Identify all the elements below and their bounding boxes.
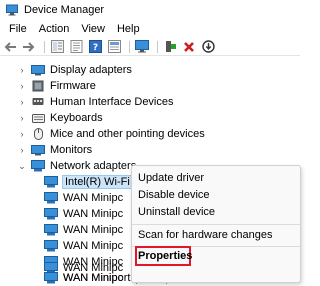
menu-bar: File Action View Help <box>0 20 300 38</box>
tree-item-label: Monitors <box>50 144 93 156</box>
tree-item-monitors[interactable]: › Monitors <box>17 142 93 158</box>
uninstall-x-icon[interactable] <box>181 39 197 55</box>
tree-item-network-adapters[interactable]: ⌄ Network adapters <box>17 158 136 174</box>
chevron-right-icon[interactable]: › <box>17 65 27 75</box>
tree-item-wan-miniport[interactable]: WAN Minipc <box>40 222 123 238</box>
toolbar: ? <box>0 38 300 56</box>
tree-item-label: Firmware <box>50 80 96 92</box>
tree-item-label: Display adapters <box>50 64 132 76</box>
view-icon[interactable] <box>106 39 122 55</box>
toolbar-separator <box>157 40 158 53</box>
tree-item-label: Keyboards <box>50 112 103 124</box>
mouse-icon <box>31 128 45 140</box>
context-menu-properties[interactable]: Properties <box>138 250 192 262</box>
tree-item-human-interface-devices[interactable]: › Human Interface Devices <box>17 94 174 110</box>
menu-file[interactable]: File <box>3 23 33 35</box>
tree-item-wan-miniport[interactable]: WAN Minipc <box>40 206 123 222</box>
context-menu-scan-hardware[interactable]: Scan for hardware changes <box>138 229 273 241</box>
firmware-icon <box>31 80 45 92</box>
tree-item-label: WAN Minipc <box>63 240 124 252</box>
menu-view[interactable]: View <box>75 23 111 35</box>
network-adapter-icon <box>44 272 58 284</box>
chevron-right-icon[interactable]: › <box>17 129 27 139</box>
back-arrow-icon[interactable] <box>2 39 18 55</box>
tree-item-label: WAN Minipc <box>63 192 124 204</box>
tree-item-label: Human Interface Devices <box>50 96 174 108</box>
tree-item-label: Mice and other pointing devices <box>50 128 205 140</box>
update-driver-icon[interactable] <box>162 39 178 55</box>
chevron-right-icon[interactable]: › <box>17 113 27 123</box>
display-adapter-icon <box>31 64 45 76</box>
tree-item-label: Network adapters <box>50 160 137 172</box>
tree-item-wan-miniport[interactable]: WAN Minipc <box>40 238 123 254</box>
tree-item-mice[interactable]: › Mice and other pointing devices <box>17 126 205 142</box>
keyboard-icon <box>31 112 45 124</box>
forward-arrow-icon[interactable] <box>21 39 37 55</box>
toolbar-separator <box>44 40 45 53</box>
network-adapter-icon <box>44 176 58 188</box>
context-menu: Update driver Disable device Uninstall d… <box>131 165 301 283</box>
toolbar-separator <box>129 40 130 53</box>
network-adapter-icon <box>44 240 58 252</box>
network-adapter-icon <box>44 224 58 236</box>
title-bar: Device Manager <box>0 0 300 20</box>
help-icon[interactable]: ? <box>87 39 103 55</box>
tree-item-wan-miniport[interactable]: WAN Minipc <box>40 190 123 206</box>
context-menu-update-driver[interactable]: Update driver <box>138 172 204 184</box>
tree-item-label: WAN Minipc <box>63 208 124 220</box>
window-title: Device Manager <box>24 4 105 16</box>
chevron-right-icon[interactable]: › <box>17 145 27 155</box>
chevron-right-icon[interactable]: › <box>17 81 27 91</box>
disable-download-icon[interactable] <box>200 39 216 55</box>
console-tree-icon[interactable] <box>49 39 65 55</box>
properties-icon[interactable] <box>68 39 84 55</box>
context-menu-uninstall-device[interactable]: Uninstall device <box>138 206 215 218</box>
network-adapter-icon <box>44 192 58 204</box>
network-adapter-icon <box>44 208 58 220</box>
tree-item-label: WAN Minipc <box>63 224 124 236</box>
svg-text:?: ? <box>92 43 97 53</box>
menu-action[interactable]: Action <box>33 23 76 35</box>
tree-item-display-adapters[interactable]: › Display adapters <box>17 62 132 78</box>
monitor-icon <box>31 144 45 156</box>
tree-item-keyboards[interactable]: › Keyboards <box>17 110 103 126</box>
menu-help[interactable]: Help <box>111 23 146 35</box>
context-menu-disable-device[interactable]: Disable device <box>138 189 210 201</box>
chevron-right-icon[interactable]: › <box>17 97 27 107</box>
tree-item-firmware[interactable]: › Firmware <box>17 78 96 94</box>
device-manager-app-icon <box>6 4 18 16</box>
chevron-down-icon[interactable]: ⌄ <box>17 161 27 171</box>
network-adapter-icon <box>31 160 45 172</box>
scan-monitor-icon[interactable] <box>134 39 150 55</box>
human-interface-device-icon <box>31 96 45 108</box>
context-menu-separator <box>132 224 300 225</box>
